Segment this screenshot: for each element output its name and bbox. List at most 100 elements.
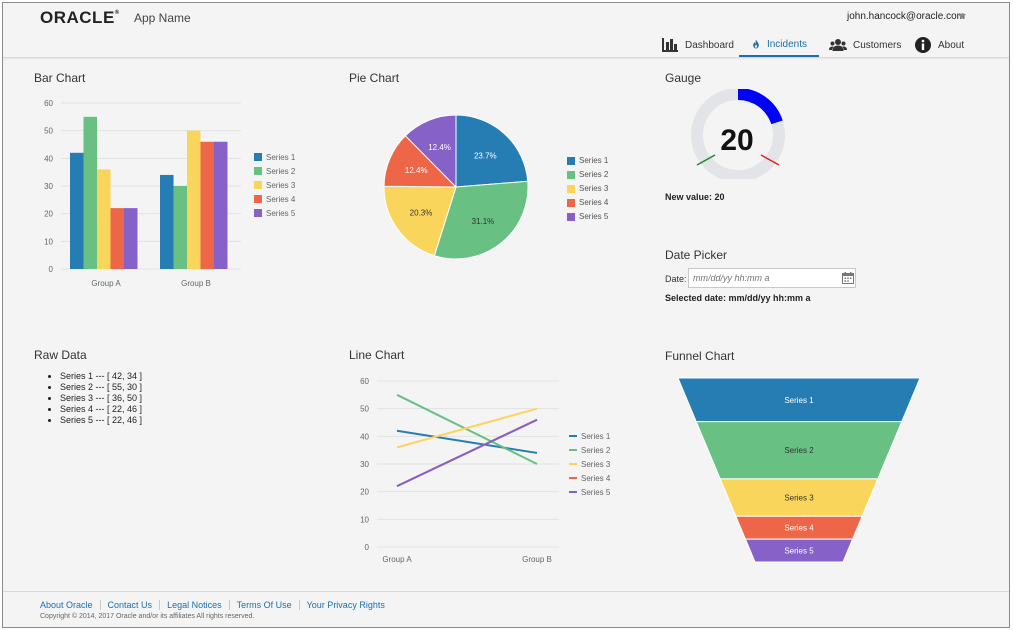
legend-label: Series 5 [581,488,611,497]
copyright: Copyright © 2014, 2017 Oracle and/or its… [40,613,255,620]
calendar-icon[interactable] [842,272,854,284]
legend-label: Series 4 [579,198,609,207]
gauge-title: Gauge [665,71,702,85]
raw-data-item: Series 2 --- [ 55, 30 ] [46,382,142,393]
y-tick-label: 40 [360,432,369,441]
pie-chart-title: Pie Chart [349,71,400,85]
footer-link-legal-notices[interactable]: Legal Notices [159,600,229,610]
bar [214,141,228,269]
nav-label: About [938,39,965,51]
legend-swatch [254,209,262,217]
legend-label: Series 3 [579,184,609,193]
legend-label: Series 3 [266,181,296,190]
legend-label: Series 2 [581,446,611,455]
raw-data-item: Series 1 --- [ 42, 34 ] [46,371,142,382]
funnel-label: Series 1 [784,396,814,405]
legend-label: Series 3 [581,460,611,469]
pie-slice-label: 12.4% [405,166,428,175]
gauge-new-value: New value: 20 [665,192,725,202]
legend-label: Series 5 [266,209,296,218]
app-header: ORACLE® App Name john.hancock@oracle.com… [3,3,1009,58]
legend-item: Series 3 [567,184,608,193]
legend-label: Series 1 [579,156,609,165]
footer-link-privacy-rights[interactable]: Your Privacy Rights [298,600,392,610]
chevron-down-icon[interactable] [958,14,966,19]
pie-slice-label: 31.1% [472,217,495,226]
funnel-label: Series 4 [784,524,814,533]
legend-label: Series 2 [579,170,609,179]
nav-dashboard[interactable]: Dashboard [661,33,734,57]
legend-item: Series 4 [567,198,608,207]
footer-links: About Oracle Contact Us Legal Notices Te… [40,600,392,610]
legend-label: Series 4 [581,474,611,483]
bar [200,141,214,269]
legend-item: Series 1 [567,156,608,165]
y-tick-label: 20 [44,210,53,219]
footer-link-terms-of-use[interactable]: Terms Of Use [228,600,299,610]
footer-link-about-oracle[interactable]: About Oracle [40,600,100,610]
legend-label: Series 1 [581,432,611,441]
info-icon [915,37,931,53]
bar [160,174,174,269]
nav-customers[interactable]: Customers [829,33,901,57]
bar [187,130,201,269]
legend-swatch [567,156,575,165]
legend-swatch [254,167,262,175]
legend-label: Series 4 [266,195,296,204]
nav-label: Dashboard [685,39,734,51]
bar [70,152,84,269]
funnel-chart-title: Funnel Chart [665,349,735,363]
raw-data-title: Raw Data [34,348,87,362]
line-chart-title: Line Chart [349,348,405,362]
line-chart: 0 10 20 30 40 50 60 Group A Group B Series 1 Serie… [360,377,611,564]
logo-text: ORACLE [40,8,115,27]
gauge-value: 20 [720,124,754,157]
legend-swatch [567,212,575,221]
selected-date: Selected date: mm/dd/yy hh:mm a [665,293,811,303]
y-tick-label: 60 [44,99,53,108]
funnel-chart: Series 1 Series 2 Series 3 Series 4 Series 5 [677,377,921,563]
pie-slice-label: 12.4% [428,143,451,152]
nav-label: Customers [853,39,902,51]
user-menu[interactable]: john.hancock@oracle.com [847,11,965,22]
bar-chart: 0 10 20 30 40 50 60 Group A Group B Series 1 Serie… [44,99,296,288]
nav-incidents[interactable]: Incidents [739,33,819,57]
nav-about[interactable]: About [914,33,964,57]
legend-swatch [567,198,575,207]
legend-swatch [254,181,262,189]
legend-swatch [254,195,262,203]
bar-chart-icon [662,38,678,52]
funnel-label: Series 3 [784,494,814,503]
y-tick-label: 30 [360,460,369,469]
y-tick-label: 20 [360,488,369,497]
y-tick-label: 10 [360,515,369,524]
y-tick-label: 0 [365,543,370,552]
y-tick-label: 60 [360,377,369,386]
bar [97,169,111,269]
gauge-fill [737,89,783,125]
x-tick-label: Group A [91,279,121,288]
oracle-logo[interactable]: ORACLE® [40,8,120,28]
bar [124,208,138,269]
pie-slice-label: 23.7% [474,151,497,160]
legend-swatch [567,184,575,193]
legend-item: Series 5 [567,212,608,221]
main-nav: Dashboard Incidents Customers About [3,33,1009,57]
legend-label: Series 2 [266,167,296,176]
y-tick-label: 40 [44,154,53,163]
people-icon [829,39,847,51]
footer-link-contact-us[interactable]: Contact Us [99,600,160,610]
y-tick-label: 10 [44,237,53,246]
date-input[interactable] [688,268,856,288]
x-tick-label: Group B [522,555,552,564]
raw-data-list: Series 1 --- [ 42, 34 ] Series 2 --- [ 5… [46,371,142,426]
raw-data-item: Series 5 --- [ 22, 46 ] [46,415,142,426]
y-tick-label: 50 [360,405,369,414]
bar [83,116,97,269]
footer: About Oracle Contact Us Legal Notices Te… [3,591,1009,627]
bar [173,186,187,269]
nav-label: Incidents [766,38,807,50]
legend-label: Series 5 [579,212,609,221]
date-label: Date: [665,274,687,284]
y-tick-label: 50 [44,127,53,136]
